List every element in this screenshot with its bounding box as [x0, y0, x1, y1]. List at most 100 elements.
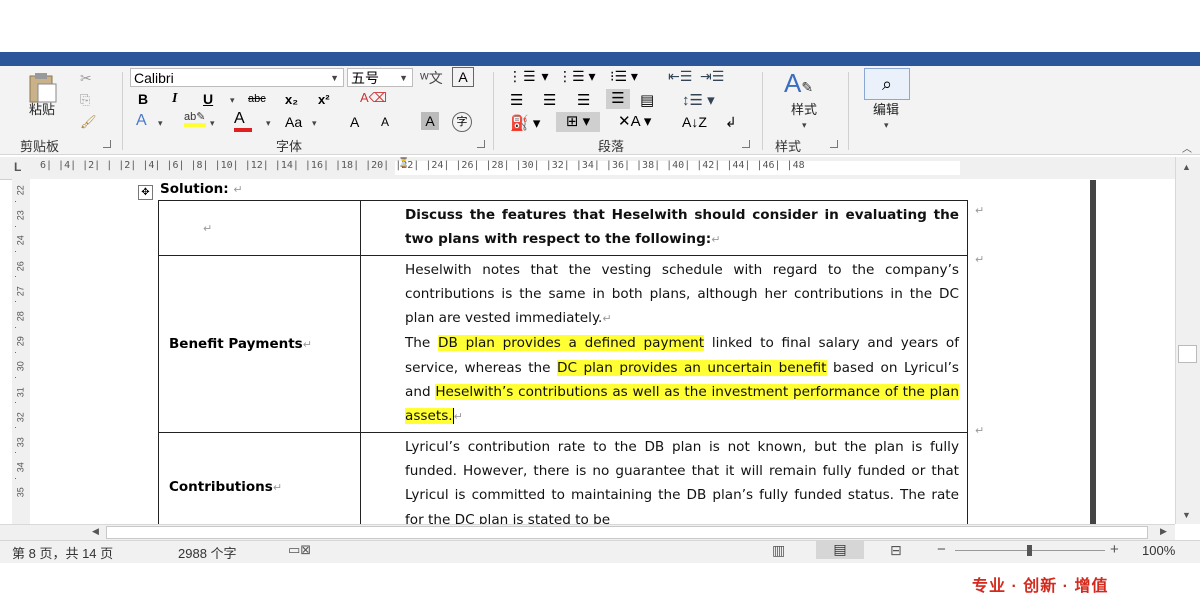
- format-painter-icon[interactable]: 🖌: [80, 114, 97, 130]
- zoom-in-icon[interactable]: +: [1110, 541, 1119, 558]
- grow-font-button[interactable]: A: [350, 114, 359, 130]
- highlight-icon[interactable]: ab✎: [184, 110, 206, 127]
- character-border-icon[interactable]: A: [452, 67, 474, 87]
- read-mode-icon[interactable]: ▥: [772, 542, 785, 559]
- strikethrough-button[interactable]: abc: [248, 93, 266, 105]
- cut-icon[interactable]: ✂: [80, 70, 92, 87]
- decrease-indent-icon[interactable]: ⇤☰: [668, 68, 692, 85]
- paste-button[interactable]: 粘贴: [22, 100, 62, 120]
- bold-button[interactable]: B: [138, 91, 148, 107]
- zoom-out-icon[interactable]: −: [937, 541, 946, 558]
- scroll-up-icon[interactable]: ▲: [1182, 162, 1191, 172]
- chevron-down-icon: ▼: [330, 73, 339, 83]
- paragraph-mark-icon: ↵: [233, 183, 243, 196]
- chevron-down-icon[interactable]: ▾: [158, 118, 163, 129]
- chevron-down-icon[interactable]: ▾: [266, 118, 271, 129]
- indent-marker-icon[interactable]: ⏳: [398, 157, 409, 168]
- page-count[interactable]: 第 8 页，共 14 页: [12, 543, 113, 562]
- tab-selector-icon[interactable]: L: [14, 160, 21, 174]
- zoom-slider-thumb[interactable]: [1027, 545, 1032, 556]
- font-size-value: 五号: [351, 70, 379, 86]
- numbering-icon[interactable]: ⋮☰ ▾: [558, 68, 595, 85]
- chevron-down-icon[interactable]: ▾: [210, 118, 215, 129]
- table-header-left-cell[interactable]: ↵: [158, 200, 361, 256]
- enclose-characters-icon[interactable]: 字: [452, 112, 472, 132]
- character-shading-button[interactable]: A: [421, 112, 439, 130]
- table-header-right-cell[interactable]: Discuss the features that Heselwith shou…: [360, 200, 968, 256]
- phonetic-guide-icon[interactable]: ᵂ文: [420, 68, 443, 88]
- font-launcher-icon[interactable]: [477, 140, 485, 148]
- change-case-button[interactable]: Aa: [285, 114, 302, 130]
- subscript-button[interactable]: x₂: [285, 92, 298, 107]
- styles-button[interactable]: 样式: [780, 100, 828, 120]
- word-count[interactable]: 2988 个字: [178, 543, 237, 562]
- scroll-down-icon[interactable]: ▼: [1182, 510, 1191, 520]
- text-effects-icon[interactable]: A: [136, 112, 147, 130]
- show-marks-icon[interactable]: ↲: [725, 114, 737, 131]
- chevron-down-icon[interactable]: ▾: [312, 118, 317, 129]
- table-move-handle-icon[interactable]: ✥: [138, 185, 153, 200]
- chevron-down-icon[interactable]: ▾: [230, 95, 235, 106]
- shrink-font-button[interactable]: A: [381, 115, 389, 129]
- chevron-down-icon: ▼: [399, 73, 408, 83]
- chevron-down-icon[interactable]: ▾: [884, 120, 889, 131]
- shading-icon[interactable]: ⛽ ▾: [510, 114, 540, 132]
- scroll-left-icon[interactable]: ◀: [92, 526, 99, 537]
- zoom-level[interactable]: 100%: [1142, 543, 1175, 558]
- align-right-icon[interactable]: ☰: [577, 91, 590, 109]
- italic-button[interactable]: I: [172, 91, 177, 107]
- horizontal-scroll-thumb[interactable]: [106, 526, 1148, 539]
- divider: [122, 72, 123, 150]
- clipboard-launcher-icon[interactable]: [103, 140, 111, 148]
- highlighted-text: DB plan provides a defined payment: [438, 335, 705, 352]
- paragraph-mark-icon: ↵: [203, 221, 213, 235]
- divider: [493, 72, 494, 150]
- scroll-right-icon[interactable]: ▶: [1160, 526, 1167, 537]
- paragraph-launcher-icon[interactable]: [742, 140, 750, 148]
- increase-indent-icon[interactable]: ⇥☰: [700, 68, 724, 85]
- find-icon[interactable]: ⌕: [864, 68, 910, 100]
- table-row-label-cell[interactable]: Benefit Payments↵: [158, 254, 361, 433]
- sort-icon[interactable]: A↓Z: [682, 114, 707, 130]
- vertical-ruler-marks: 22 · 23 · 24 · 26 · 27 · 28 · 29 · 30 · 31 · 32 · …: [14, 185, 26, 498]
- justify-icon[interactable]: ☰: [606, 89, 630, 109]
- table-row-content-cell[interactable]: Heselwith notes that the vesting schedul…: [360, 254, 968, 433]
- multilevel-list-icon[interactable]: ⁝☰ ▾: [610, 68, 638, 85]
- underline-button[interactable]: U: [203, 91, 213, 107]
- vertical-scroll-thumb[interactable]: [1178, 345, 1197, 363]
- align-center-icon[interactable]: ☰: [543, 91, 556, 109]
- table-row: ↵ Discuss the features that Heselwith sh…: [158, 200, 968, 256]
- watermark-slogan: 专业 · 创新 · 增值: [972, 578, 1109, 595]
- editing-button[interactable]: 编辑: [862, 100, 910, 120]
- superscript-button[interactable]: x²: [318, 92, 330, 107]
- proofing-icon[interactable]: ▭⊠: [288, 542, 311, 558]
- asian-layout-icon[interactable]: ✕A ▾: [618, 112, 651, 130]
- row-end-mark-icon: ↵: [975, 254, 985, 266]
- solution-heading: Solution: ↵: [160, 181, 243, 197]
- borders-icon[interactable]: ⊞ ▾: [556, 112, 600, 132]
- collapse-ribbon-icon[interactable]: ︿: [1182, 140, 1192, 155]
- chevron-down-icon[interactable]: ▾: [802, 120, 807, 131]
- align-left-icon[interactable]: ☰: [510, 91, 523, 109]
- copy-icon[interactable]: ⎘: [80, 92, 90, 108]
- vertical-scrollbar[interactable]: [1175, 157, 1200, 524]
- styles-icon[interactable]: A✎: [784, 68, 813, 99]
- distributed-icon[interactable]: ▤: [640, 91, 654, 109]
- font-name-combo[interactable]: Calibri ▼: [130, 68, 344, 87]
- styles-launcher-icon[interactable]: [830, 140, 838, 148]
- paragraph: The DB plan provides a defined payment l…: [405, 335, 960, 425]
- web-layout-icon[interactable]: ⊟: [890, 542, 902, 559]
- bullets-icon[interactable]: ⋮☰ ▾: [508, 68, 549, 85]
- font-color-icon[interactable]: A: [234, 110, 252, 132]
- solution-label: Solution:: [160, 181, 229, 197]
- paragraph-mark-icon: ↵: [453, 410, 463, 424]
- highlighted-text: Heselwith’s contributions as well as the…: [405, 384, 960, 425]
- clear-formatting-icon[interactable]: A⌫: [360, 90, 387, 106]
- divider: [762, 72, 763, 150]
- print-layout-icon[interactable]: ▤: [816, 541, 864, 559]
- font-size-combo[interactable]: 五号 ▼: [347, 68, 413, 87]
- font-group-label: 字体: [276, 139, 303, 154]
- divider: [848, 72, 849, 150]
- line-spacing-icon[interactable]: ↕☰ ▾: [682, 91, 715, 109]
- paste-icon[interactable]: [22, 72, 62, 103]
